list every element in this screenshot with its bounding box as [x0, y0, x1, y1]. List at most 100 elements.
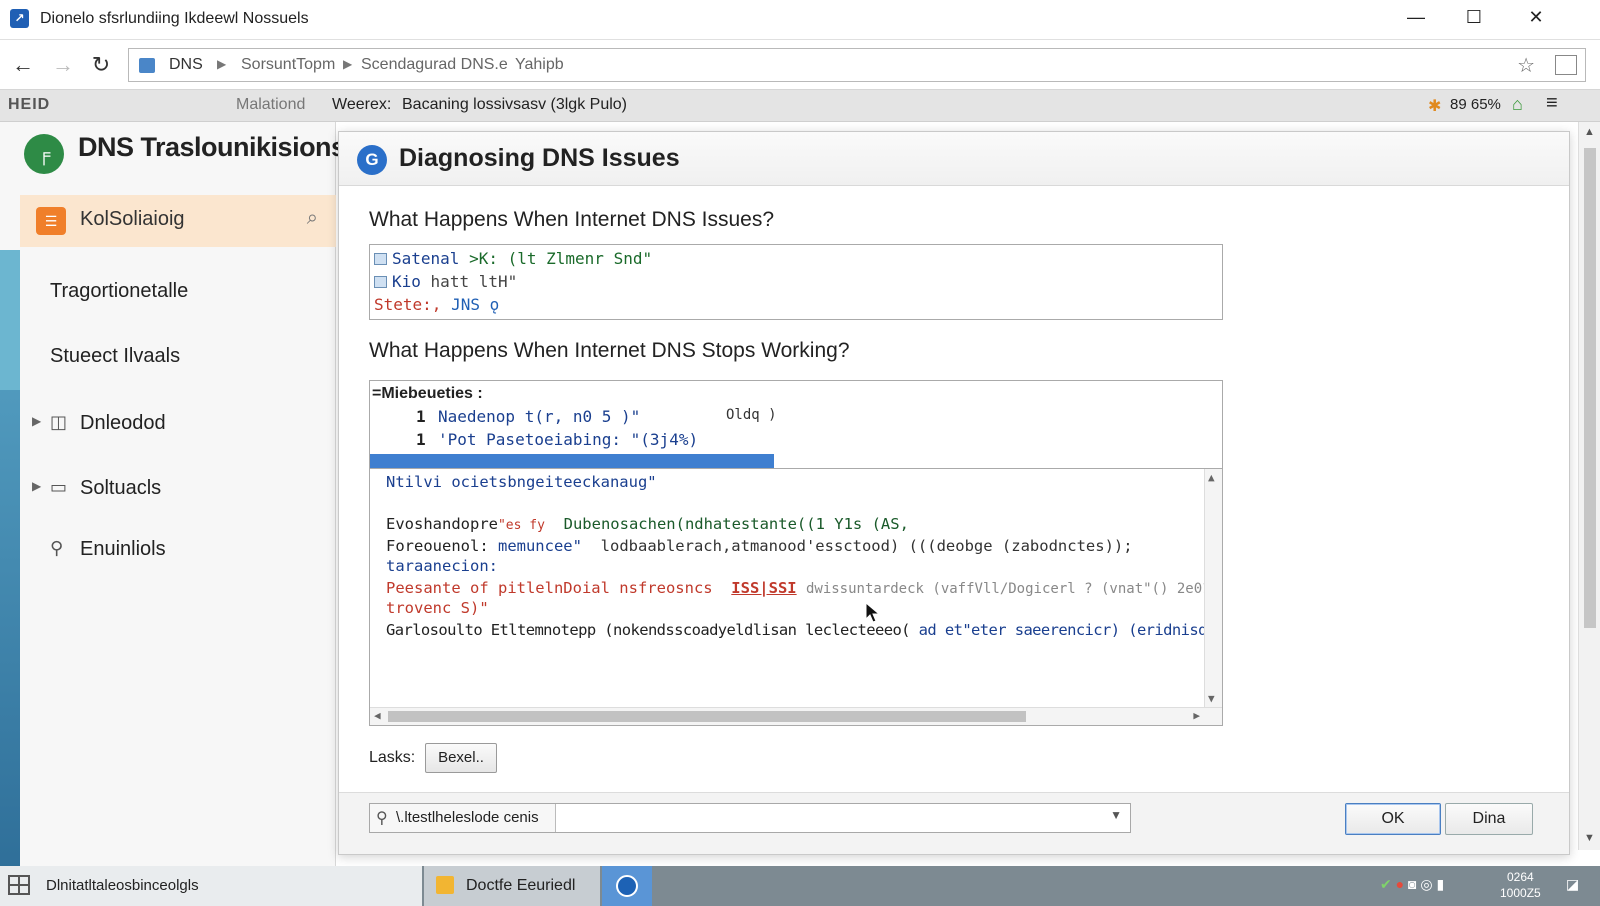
strip-middle-label: Malationd	[236, 96, 306, 113]
ok-button[interactable]: OK	[1345, 803, 1441, 835]
strip-left-label: HEID	[8, 96, 51, 113]
scroll-up-icon[interactable]: ▲	[1584, 126, 1595, 138]
cancel-button[interactable]: Bexel..	[425, 743, 497, 773]
strip-percent: 89 65%	[1450, 96, 1501, 113]
taskbar-browser[interactable]	[602, 866, 652, 906]
clock-date: 1000Z5	[1500, 886, 1541, 900]
minimize-button[interactable]: —	[1386, 0, 1446, 34]
dialog-title: Diagnosing DNS Issues	[399, 144, 680, 172]
sidebar-item-1[interactable]: Tragortionetalle	[20, 272, 336, 312]
sidebar-item-label: Stueect Ilvaals	[50, 345, 181, 367]
code-line: Ntilvi ocietsbngeiteeckanaug"	[386, 473, 657, 491]
home-green-icon[interactable]: ⌂	[1512, 94, 1523, 115]
results-box[interactable]: =Miebeueties : 1 Naedenop t(r, n0 5 )" O…	[369, 380, 1223, 469]
dialog-header: G Diagnosing DNS Issues	[339, 132, 1569, 186]
image-icon	[374, 253, 387, 265]
question-2: What Happens When Internet DNS Stops Wor…	[369, 339, 850, 362]
horizontal-scrollbar[interactable]: ◀ ▶	[370, 707, 1222, 725]
system-tray[interactable]: ✔ ● ◙ ◎ ▮	[1380, 876, 1444, 893]
sidebar-item-label: Dnleodod	[80, 412, 166, 434]
search-icon[interactable]: ⌕	[307, 207, 318, 230]
code-line: Garlosoulto Etltemnotepp (nokendsscoadye…	[386, 621, 1223, 639]
clock[interactable]: 0264 1000Z5	[1500, 869, 1541, 901]
scroll-left-icon[interactable]: ◀	[374, 709, 381, 722]
links-label: Lasks:	[369, 749, 416, 766]
back-icon[interactable]: ←	[10, 52, 36, 78]
breadcrumb-4[interactable]: Yahipb	[515, 56, 564, 74]
forward-icon[interactable]: →	[50, 52, 76, 78]
breadcrumb-dns[interactable]: DNS	[169, 56, 203, 74]
taskbar-task-label: Doctfe Eeuriedl	[466, 877, 576, 894]
volume-icon[interactable]: ◙	[1408, 876, 1416, 892]
row-number: 1	[416, 430, 426, 449]
maximize-button[interactable]: ☐	[1444, 0, 1504, 34]
taskbar-start[interactable]: Dlnitatltaleosbinceolgls	[0, 866, 422, 906]
search-combobox-label: \.ltestlheleslode cenis	[370, 804, 556, 832]
results-row-2[interactable]: 'Pot Pasetoeiabing: "(3j4%)	[438, 430, 698, 449]
close-button[interactable]: ✕	[1506, 0, 1566, 34]
scroll-thumb[interactable]	[388, 711, 1026, 722]
window-title: Dionelo sfsrlundiing Ikdeewl Nossuels	[40, 10, 309, 27]
home-icon[interactable]	[1555, 55, 1577, 75]
results-row-1-extra: Oldq )	[726, 407, 777, 423]
scroll-thumb[interactable]	[1584, 148, 1596, 628]
breadcrumb-2[interactable]: SorsuntTopm	[241, 56, 335, 74]
taskbar-task[interactable]: Doctfe Eeuriedl	[424, 866, 600, 906]
summary-box[interactable]: Satenal >K: (lt Zlmenr Snd" Kio hatt ltH…	[369, 244, 1223, 320]
chart-icon: ◫	[50, 412, 68, 432]
site-icon	[139, 58, 155, 73]
magnifier-icon: ⚲	[50, 538, 64, 558]
vertical-scrollbar[interactable]: ▲ ▼	[1204, 469, 1222, 707]
taskbar: Dlnitatltaleosbinceolgls Doctfe Eeuriedl…	[0, 866, 1600, 906]
sidebar-item-active[interactable]: ☰ KolSoliaioig ⌕	[20, 195, 336, 247]
refresh-icon[interactable]: ↻	[88, 52, 114, 78]
wifi-icon[interactable]: ◎	[1420, 876, 1432, 892]
sidebar-item-label: Soltuacls	[80, 477, 162, 499]
sidebar-item-3[interactable]: ▶ ◫ Dnleodod	[20, 404, 336, 444]
secondary-button[interactable]: Dina	[1445, 803, 1533, 835]
browser-icon	[616, 875, 638, 897]
code-line: trovenc S)"	[386, 599, 489, 617]
sidebar-accent-top	[0, 250, 20, 390]
notification-icon[interactable]: ◪	[1566, 876, 1579, 893]
scroll-up-icon[interactable]: ▲	[1208, 471, 1215, 484]
folder-icon	[436, 876, 454, 894]
selection-highlight[interactable]	[370, 454, 774, 469]
app-icon: ↗	[10, 9, 29, 28]
code-output-box[interactable]: Ntilvi ocietsbngeiteeckanaug" Evoshandop…	[369, 468, 1223, 726]
breadcrumb-3[interactable]: Scendagurad DNS.e	[361, 56, 508, 74]
chevron-down-icon[interactable]: ▼	[1110, 808, 1122, 822]
breadcrumb-separator-icon: ▶	[343, 57, 353, 71]
sidebar-item-5[interactable]: ⚲ Enuinliols	[20, 530, 336, 570]
folder-icon: ▭	[50, 477, 68, 497]
expand-arrow-icon[interactable]: ▶	[32, 414, 41, 428]
strip-status-label: Weerex:	[332, 96, 392, 113]
toolbar-strip: HEID Malationd Weerex: Bacaning lossivsa…	[0, 90, 1600, 122]
battery-icon[interactable]: ▮	[1436, 876, 1444, 892]
row-number: 1	[416, 407, 426, 426]
page-scrollbar[interactable]: ▲ ▼	[1578, 122, 1600, 850]
bookmark-star-icon[interactable]: ☆	[1517, 53, 1535, 78]
scroll-down-icon[interactable]: ▼	[1208, 692, 1215, 705]
network-icon[interactable]: ✔	[1380, 876, 1392, 892]
summary-line-2: Kio hatt ltH"	[374, 272, 517, 291]
address-bar: ← → ↻ DNS ▶ SorsuntTopm ▶ Scendagurad DN…	[0, 41, 1600, 90]
scroll-right-icon[interactable]: ▶	[1193, 709, 1200, 722]
expand-arrow-icon[interactable]: ▶	[32, 479, 41, 493]
menu-icon[interactable]: ≡	[1546, 92, 1558, 115]
results-row-1[interactable]: Naedenop t(r, n0 5 )"	[438, 407, 640, 426]
url-field[interactable]: DNS ▶ SorsuntTopm ▶ Scendagurad DNS.e Ya…	[128, 48, 1586, 82]
sidebar-item-label: KolSoliaioig	[80, 208, 185, 230]
sidebar-item-label: Enuinliols	[80, 538, 166, 560]
window-title-bar: ↗ Dionelo sfsrlundiing Ikdeewl Nossuels …	[0, 0, 1600, 40]
windows-start-icon[interactable]	[8, 875, 30, 895]
sidebar-item-2[interactable]: Stueect Ilvaals	[20, 337, 336, 377]
list-icon: ☰	[36, 207, 66, 235]
sidebar-item-4[interactable]: ▶ ▭ Soltuacls	[20, 469, 336, 509]
security-icon[interactable]: ●	[1396, 876, 1404, 892]
scroll-down-icon[interactable]: ▼	[1584, 832, 1595, 844]
brand-title: DNS Traslounikisions	[78, 132, 346, 162]
dialog-footer: \.ltestlheleslode cenis ⚲ ▼ OK Dina	[339, 792, 1569, 854]
search-combobox[interactable]: \.ltestlheleslode cenis ⚲ ▼	[369, 803, 1131, 833]
code-line: Peesante of pitlelnDoial nsfreosncs ISS|…	[386, 579, 1223, 597]
